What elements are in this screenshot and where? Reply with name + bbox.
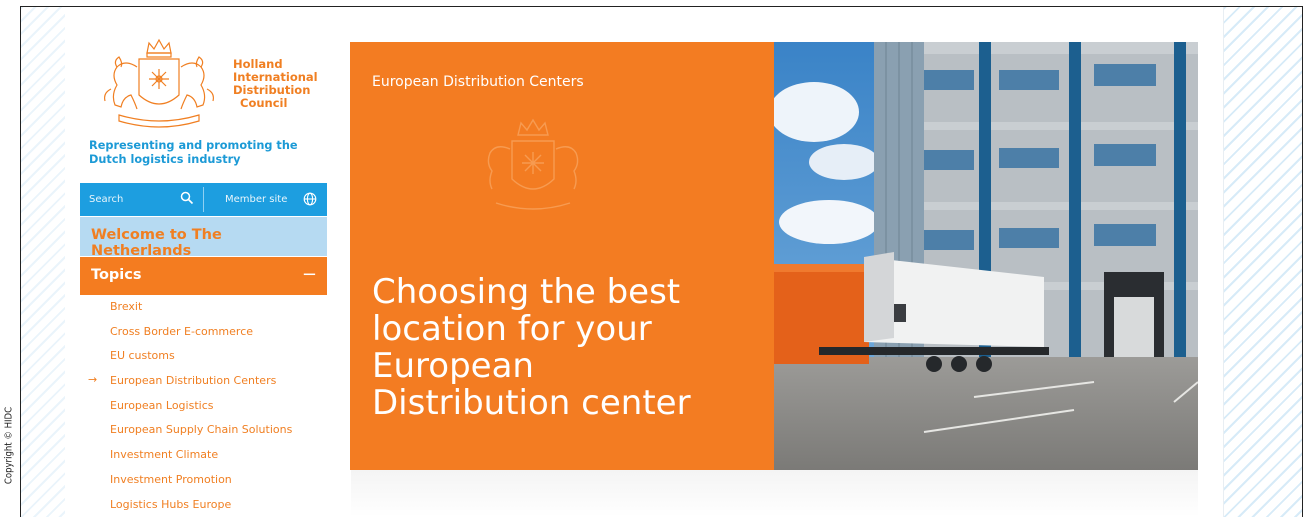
topic-link-cross-border-ecommerce[interactable]: Cross Border E-commerce [110,325,292,350]
topic-link-european-distribution-centers[interactable]: →European Distribution Centers [110,374,292,399]
topic-link-logistics-hubs-europe[interactable]: Logistics Hubs Europe [110,498,292,517]
left-hatch-decoration [21,7,65,517]
copyright-text: Copyright © HIDC [4,394,15,498]
hero-title-line: Distribution center [372,385,767,422]
topics-heading: Topics [91,267,142,283]
logo-wordmark: Holland International Distribution Counc… [233,58,318,110]
tagline-line: Representing and promoting the [89,139,319,153]
welcome-nav-item[interactable]: Welcome to The Netherlands [80,217,327,256]
right-hatch-decoration [1224,7,1302,517]
search-divider [203,187,204,212]
hero-kicker: European Distribution Centers [372,74,584,90]
topics-header[interactable]: Topics − [80,257,327,295]
search-input[interactable]: Search [89,194,123,205]
site-tagline: Representing and promoting the Dutch log… [89,139,319,166]
coat-of-arms-icon [91,37,231,129]
topic-link-european-logistics[interactable]: European Logistics [110,399,292,424]
hidc-logo[interactable]: Holland International Distribution Counc… [91,37,351,127]
topic-link-european-supply-chain-solutions[interactable]: European Supply Chain Solutions [110,423,292,448]
logo-line: Council [233,97,318,110]
content-edge [1223,7,1224,517]
tagline-line: Dutch logistics industry [89,153,319,167]
hero-title: Choosing the best location for your Euro… [372,274,767,422]
copyright-notice: Copyright © HIDC [1,390,15,508]
page-frame: Holland International Distribution Counc… [20,6,1303,517]
topic-link-eu-customs[interactable]: EU customs [110,349,292,374]
member-site-link[interactable]: Member site [225,194,287,205]
collapse-icon[interactable]: − [302,264,317,285]
globe-icon[interactable] [303,192,317,209]
hero-title-line: European [372,348,767,385]
warehouse-photo [774,42,1198,470]
active-arrow-icon: → [88,373,97,386]
topic-link-investment-climate[interactable]: Investment Climate [110,448,292,473]
topic-link-brexit[interactable]: Brexit [110,300,292,325]
hero-title-line: Choosing the best [372,274,767,311]
topics-list: Brexit Cross Border E-commerce EU custom… [110,300,292,517]
topic-link-investment-promotion[interactable]: Investment Promotion [110,473,292,498]
hero-title-line: location for your [372,311,767,348]
content-area-fade [351,470,1198,517]
hero-banner: European Distribution Centers Choosing t… [350,42,774,470]
watermark-emblem-icon [478,117,588,227]
search-bar: Search Member site [80,183,327,216]
search-icon[interactable] [180,191,194,208]
